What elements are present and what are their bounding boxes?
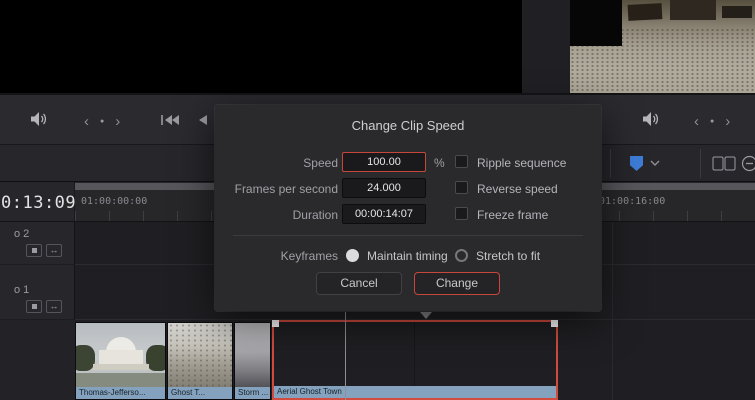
- track-enable-toggle[interactable]: [26, 244, 42, 257]
- change-clip-speed-dialog: Change Clip Speed Speed % Ripple sequenc…: [215, 105, 601, 311]
- speed-input[interactable]: [342, 152, 426, 172]
- freeze-frame-label: Freeze frame: [477, 208, 548, 222]
- track-resize-toggle[interactable]: ↔: [46, 244, 62, 257]
- skip-back-icon: [160, 114, 180, 126]
- duration-label: Duration: [223, 208, 338, 222]
- speaker-icon: [642, 111, 660, 127]
- mute-right-button[interactable]: [642, 111, 660, 127]
- toolbar-divider: [700, 149, 701, 178]
- track-v1-toggles: ↔: [26, 300, 62, 313]
- toolbar-divider: [610, 149, 611, 178]
- thumb-tree: [146, 345, 165, 371]
- timeline-clip-ghost-town[interactable]: Ghost T...: [167, 322, 233, 400]
- thumb-storm-sky: [235, 323, 270, 387]
- chevron-down-icon: [650, 160, 660, 166]
- maintain-timing-radio[interactable]: [346, 249, 359, 262]
- track-label-v2: o 2: [14, 228, 29, 240]
- transport-right: ‹ ● ›: [694, 114, 730, 129]
- prev-clip-button[interactable]: ‹: [694, 114, 699, 129]
- clip-name-label: Ghost T...: [168, 387, 232, 399]
- prev-clip-button[interactable]: ‹: [84, 114, 89, 129]
- ruler-label: 01:00:16:00: [599, 196, 665, 207]
- duration-input[interactable]: [342, 204, 426, 224]
- reverse-speed-label: Reverse speed: [477, 182, 558, 196]
- thumb-steps: [93, 364, 149, 370]
- fps-label: Frames per second: [223, 182, 338, 196]
- freeze-frame-checkbox[interactable]: [455, 207, 468, 220]
- ripple-sequence-checkbox[interactable]: [455, 155, 468, 168]
- marker-flag-icon: [630, 156, 643, 171]
- preview-building-shape: [628, 3, 663, 21]
- ruler-label: 01:00:00:00: [81, 196, 147, 207]
- dialog-title: Change Clip Speed: [215, 118, 601, 133]
- timecode-panel: 0:13:09: [0, 182, 75, 222]
- zoom-out-button[interactable]: [741, 155, 755, 172]
- thumb-building: [99, 350, 143, 364]
- marker-dropdown-button[interactable]: [650, 160, 660, 166]
- stretch-to-fit-radio[interactable]: [455, 249, 468, 262]
- clip-thumbnail: [76, 323, 165, 387]
- track-resize-toggle[interactable]: ↔: [46, 300, 62, 313]
- jog-dot-icon[interactable]: ●: [710, 118, 714, 125]
- timeline-clip-aerial-ghost-town-selected[interactable]: Aerial Ghost Town: [272, 320, 558, 400]
- cancel-button[interactable]: Cancel: [316, 272, 402, 295]
- playhead-timecode: 0:13:09: [1, 193, 76, 213]
- speaker-icon: [30, 111, 48, 127]
- clip-name-label: Aerial Ghost Town: [274, 386, 556, 398]
- next-clip-button[interactable]: ›: [725, 114, 730, 129]
- preview-letterbox: [570, 0, 622, 46]
- dual-pane-icon: [712, 156, 736, 171]
- keyframes-label: Keyframes: [223, 249, 338, 263]
- clip-thumbnail: [168, 323, 232, 387]
- timeline-clip-storm[interactable]: Storm ...: [234, 322, 271, 400]
- preview-building-shape: [670, 0, 716, 20]
- resize-icon: ↔: [50, 246, 59, 255]
- track-divider: [0, 264, 75, 265]
- thumb-ground: [76, 373, 165, 387]
- resize-icon: ↔: [50, 302, 59, 311]
- enable-icon: [32, 304, 37, 309]
- skip-to-start-button[interactable]: [160, 114, 180, 126]
- clip-thumbnail: [415, 322, 556, 386]
- video-editor-window: ‹ ● › ‹ ● ›: [0, 0, 755, 400]
- step-back-icon: [196, 114, 208, 126]
- fps-input[interactable]: [342, 178, 426, 198]
- minus-circle-icon: [741, 155, 755, 172]
- marker-color-button[interactable]: [630, 156, 643, 171]
- speed-unit: %: [434, 156, 445, 170]
- ripple-sequence-label: Ripple sequence: [477, 156, 566, 170]
- track-enable-toggle[interactable]: [26, 300, 42, 313]
- clip-name-label: Thomas-Jefferso...: [76, 387, 165, 399]
- track-header-panel: o 2 ↔ o 1 ↔: [0, 222, 75, 400]
- audio-track-header: [0, 320, 75, 400]
- clip-name-label: Storm ...: [235, 387, 270, 399]
- clip-thumbnail: [235, 323, 270, 387]
- mute-left-button[interactable]: [30, 111, 48, 127]
- ruler-gridline: [612, 222, 613, 400]
- timeline-viewer-preview: [570, 0, 755, 93]
- reverse-speed-checkbox[interactable]: [455, 181, 468, 194]
- trim-handle-left[interactable]: [272, 320, 279, 327]
- timeline-clip-thomas-jefferson[interactable]: Thomas-Jefferso...: [75, 322, 166, 400]
- speed-label: Speed: [223, 156, 338, 170]
- change-button[interactable]: Change: [414, 272, 500, 295]
- thumb-snow-hill: [168, 323, 232, 387]
- enable-icon: [32, 248, 37, 253]
- retime-marker-icon: [420, 312, 432, 319]
- transport-left: ‹ ● ›: [84, 114, 120, 129]
- stretch-to-fit-label: Stretch to fit: [476, 249, 540, 263]
- track-label-v1: o 1: [14, 284, 29, 296]
- step-back-button[interactable]: [196, 114, 208, 126]
- track-v2-toggles: ↔: [26, 244, 62, 257]
- jog-dot-icon[interactable]: ●: [100, 118, 104, 125]
- dialog-divider: [233, 235, 583, 236]
- trim-handle-right[interactable]: [551, 320, 558, 327]
- timeline-view-options-button[interactable]: [712, 156, 736, 171]
- maintain-timing-label: Maintain timing: [367, 249, 448, 263]
- source-viewer: [0, 0, 522, 93]
- preview-building-shape: [722, 6, 752, 18]
- next-clip-button[interactable]: ›: [115, 114, 120, 129]
